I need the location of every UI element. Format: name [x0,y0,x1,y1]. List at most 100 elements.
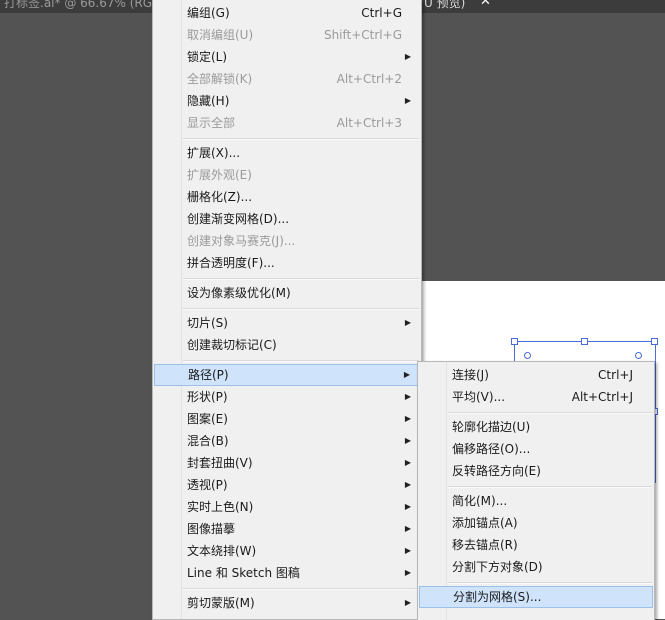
menu-item-label: 混合(B) [187,434,229,448]
menu-item-label: 图像描摹 [187,522,236,536]
menu-separator [183,138,419,140]
menu-item-text-wrap[interactable]: 文本绕排(W) ▶ [154,540,420,562]
menu-item-label: 图案(E) [187,412,228,426]
menu-item-label: 锁定(L) [187,50,228,64]
submenu-arrow-icon: ▶ [404,546,411,555]
submenu-arrow-icon: ▶ [404,318,411,327]
menu-item-shape[interactable]: 形状(P) ▶ [154,386,420,408]
menu-item-unlock-all[interactable]: 全部解锁(K) Alt+Ctrl+2 [154,68,420,90]
menu-item-divide-objects-below[interactable]: 分割下方对象(D) [419,556,653,578]
menu-item-label: 拼合透明度(F)... [187,256,275,270]
menu-item-blend[interactable]: 混合(B) ▶ [154,430,420,452]
menu-separator [183,360,419,362]
menu-item-expand-appearance[interactable]: 扩展外观(E) [154,164,420,186]
menu-item-label: 创建裁切标记(C) [187,338,277,352]
menu-item-split-into-grid[interactable]: 分割为网格(S)... [419,586,653,608]
menu-item-line-and-sketch-art[interactable]: Line 和 Sketch 图稿 ▶ [154,562,420,584]
selection-handle[interactable] [511,338,518,345]
menu-item-label: 形状(P) [187,390,228,404]
menu-item-label: 剪切蒙版(M) [187,596,255,610]
menu-separator [183,308,419,310]
submenu-arrow-icon: ▶ [404,52,411,61]
submenu-arrow-icon: ▶ [404,568,411,577]
menu-item-create-object-mosaic[interactable]: 创建对象马赛克(J)... [154,230,420,252]
menu-item-create-gradient-mesh[interactable]: 创建渐变网格(D)... [154,208,420,230]
selection-handle[interactable] [581,338,588,345]
menu-item-create-trim-marks[interactable]: 创建裁切标记(C) [154,334,420,356]
menu-item-join[interactable]: 连接(J) Ctrl+J [419,364,653,386]
menu-item-label: 反转路径方向(E) [452,464,541,478]
menu-item-live-paint[interactable]: 实时上色(N) ▶ [154,496,420,518]
menu-item-show-all[interactable]: 显示全部 Alt+Ctrl+3 [154,112,420,134]
object-center-point [635,352,642,359]
menu-item-label: 连接(J) [452,368,489,382]
menu-item-image-trace[interactable]: 图像描摹 ▶ [154,518,420,540]
menu-item-pattern[interactable]: 图案(E) ▶ [154,408,420,430]
menu-item-shortcut: Alt+Ctrl+2 [336,72,402,86]
menu-item-shortcut: Alt+Ctrl+3 [336,116,402,130]
menu-item-label: 编组(G) [187,6,230,20]
menu-item-group[interactable]: 编组(G) Ctrl+G [154,2,420,24]
menu-item-label: 扩展外观(E) [187,168,252,182]
submenu-arrow-icon: ▶ [404,598,411,607]
menu-item-flatten-transparency[interactable]: 拼合透明度(F)... [154,252,420,274]
object-menu: 编组(G) Ctrl+G 取消编组(U) Shift+Ctrl+G 锁定(L) … [152,0,422,620]
menu-item-rasterize[interactable]: 栅格化(Z)... [154,186,420,208]
menu-item-offset-path[interactable]: 偏移路径(O)... [419,438,653,460]
path-submenu: 连接(J) Ctrl+J 平均(V)... Alt+Ctrl+J 轮廓化描边(U… [417,361,655,620]
menu-item-label: 创建对象马赛克(J)... [187,234,296,248]
close-icon[interactable]: ✕ [480,0,491,9]
menu-separator [448,582,652,584]
menu-item-perspective[interactable]: 透视(P) ▶ [154,474,420,496]
menu-item-average[interactable]: 平均(V)... Alt+Ctrl+J [419,386,653,408]
menu-item-expand[interactable]: 扩展(X)... [154,142,420,164]
menu-item-label: 移去锚点(R) [452,538,518,552]
menu-item-path[interactable]: 路径(P) ▶ [154,364,420,386]
menu-item-hide[interactable]: 隐藏(H) ▶ [154,90,420,112]
menu-item-shortcut: Ctrl+J [598,368,633,382]
menu-item-clipping-mask[interactable]: 剪切蒙版(M) ▶ [154,592,420,614]
menu-item-label: 偏移路径(O)... [452,442,531,456]
submenu-arrow-icon: ▶ [404,392,411,401]
menu-item-label: 文本绕排(W) [187,544,257,558]
menu-item-label: 设为像素级优化(M) [187,286,291,300]
menu-item-label: Line 和 Sketch 图稿 [187,566,300,580]
menu-item-remove-anchor-points[interactable]: 移去锚点(R) [419,534,653,556]
selection-handle[interactable] [651,338,658,345]
menu-item-shortcut: Shift+Ctrl+G [323,28,402,42]
menu-item-simplify[interactable]: 简化(M)... [419,490,653,512]
menu-separator [448,412,652,414]
document-tab-title[interactable]: 打标签.ai* @ 66.67% (RG [4,0,152,11]
object-center-point [524,352,531,359]
submenu-arrow-icon: ▶ [404,458,411,467]
menu-item-label: 透视(P) [187,478,228,492]
submenu-arrow-icon: ▶ [404,502,411,511]
menu-item-label: 扩展(X)... [187,146,241,160]
menu-item-reverse-path-direction[interactable]: 反转路径方向(E) [419,460,653,482]
menu-separator [183,278,419,280]
submenu-arrow-icon: ▶ [404,524,411,533]
menu-separator [448,486,652,488]
menu-item-label: 实时上色(N) [187,500,254,514]
menu-item-label: 全部解锁(K) [187,72,253,86]
submenu-arrow-icon: ▶ [404,414,411,423]
submenu-arrow-icon: ▶ [404,480,411,489]
menu-item-envelope-distort[interactable]: 封套扭曲(V) ▶ [154,452,420,474]
menu-item-label: 简化(M)... [452,494,508,508]
menu-item-label: 分割下方对象(D) [452,560,543,574]
menu-item-pixel-perfect[interactable]: 设为像素级优化(M) [154,282,420,304]
menu-item-outline-stroke[interactable]: 轮廓化描边(U) [419,416,653,438]
menu-item-shortcut: Ctrl+G [361,6,402,20]
submenu-arrow-icon: ▶ [404,96,411,105]
submenu-arrow-icon: ▶ [403,370,410,379]
menu-item-label: 封套扭曲(V) [187,456,253,470]
menu-item-label: 添加锚点(A) [452,516,518,530]
menu-item-ungroup[interactable]: 取消编组(U) Shift+Ctrl+G [154,24,420,46]
menu-item-add-anchor-points[interactable]: 添加锚点(A) [419,512,653,534]
menu-item-lock[interactable]: 锁定(L) ▶ [154,46,420,68]
menu-item-slice[interactable]: 切片(S) ▶ [154,312,420,334]
menu-item-label: 切片(S) [187,316,228,330]
menu-item-shortcut: Alt+Ctrl+J [571,390,633,404]
document-tab-title-suffix[interactable]: U 预览) [424,0,465,11]
menu-item-label: 平均(V)... [452,390,506,404]
